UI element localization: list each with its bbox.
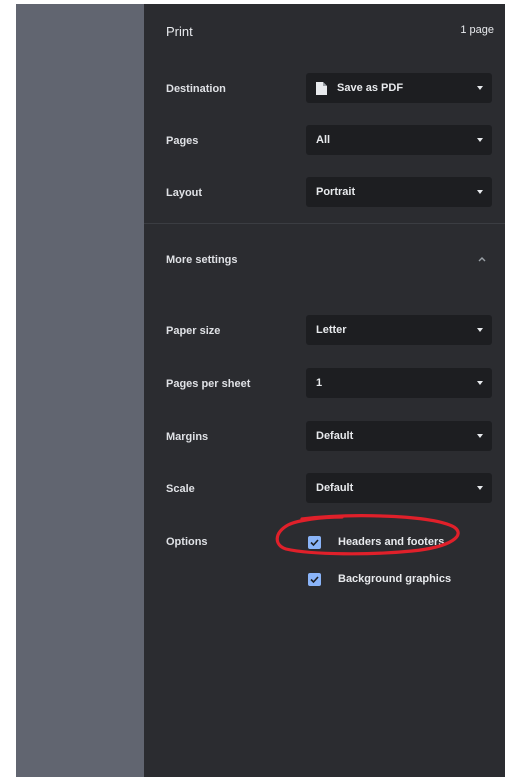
- scale-select[interactable]: Default: [306, 473, 492, 503]
- chevron-up-icon[interactable]: [477, 254, 487, 264]
- pages-per-sheet-label: Pages per sheet: [166, 378, 251, 390]
- background-graphics-label[interactable]: Background graphics: [338, 573, 451, 585]
- pages-value: All: [316, 134, 331, 146]
- dropdown-arrow-icon: [477, 434, 483, 438]
- dropdown-arrow-icon: [477, 328, 483, 332]
- headers-footers-checkbox[interactable]: [308, 536, 321, 549]
- dropdown-arrow-icon: [477, 190, 483, 194]
- print-preview-area: [16, 4, 144, 777]
- paper-size-value: Letter: [316, 324, 347, 336]
- layout-label: Layout: [166, 187, 203, 199]
- page-count: 1 page: [460, 24, 494, 36]
- dropdown-arrow-icon: [477, 486, 483, 490]
- paper-size-label: Paper size: [166, 325, 221, 337]
- document-icon: [316, 81, 327, 95]
- section-divider: [144, 223, 505, 224]
- pages-label: Pages: [166, 135, 199, 147]
- margins-label: Margins: [166, 431, 209, 443]
- checkmark-icon: [310, 576, 319, 584]
- background-graphics-checkbox[interactable]: [308, 573, 321, 586]
- dialog-title: Print: [166, 24, 193, 39]
- dropdown-arrow-icon: [477, 381, 483, 385]
- destination-value: Save as PDF: [337, 82, 404, 94]
- scale-label: Scale: [166, 483, 195, 495]
- layout-value: Portrait: [316, 186, 356, 198]
- print-settings-panel: Print 1 page Destination Save as PDF Pag…: [144, 4, 505, 777]
- pages-select[interactable]: All: [306, 125, 492, 155]
- margins-select[interactable]: Default: [306, 421, 492, 451]
- options-label: Options: [166, 536, 208, 548]
- more-settings-toggle[interactable]: More settings: [166, 254, 238, 266]
- layout-select[interactable]: Portrait: [306, 177, 492, 207]
- dropdown-arrow-icon: [477, 86, 483, 90]
- pages-per-sheet-select[interactable]: 1: [306, 368, 492, 398]
- dropdown-arrow-icon: [477, 138, 483, 142]
- destination-select[interactable]: Save as PDF: [306, 73, 492, 103]
- margins-value: Default: [316, 430, 354, 442]
- destination-label: Destination: [166, 83, 226, 95]
- paper-size-select[interactable]: Letter: [306, 315, 492, 345]
- scale-value: Default: [316, 482, 354, 494]
- pages-per-sheet-value: 1: [316, 377, 323, 389]
- checkmark-icon: [310, 539, 319, 547]
- headers-footers-label[interactable]: Headers and footers: [338, 536, 444, 548]
